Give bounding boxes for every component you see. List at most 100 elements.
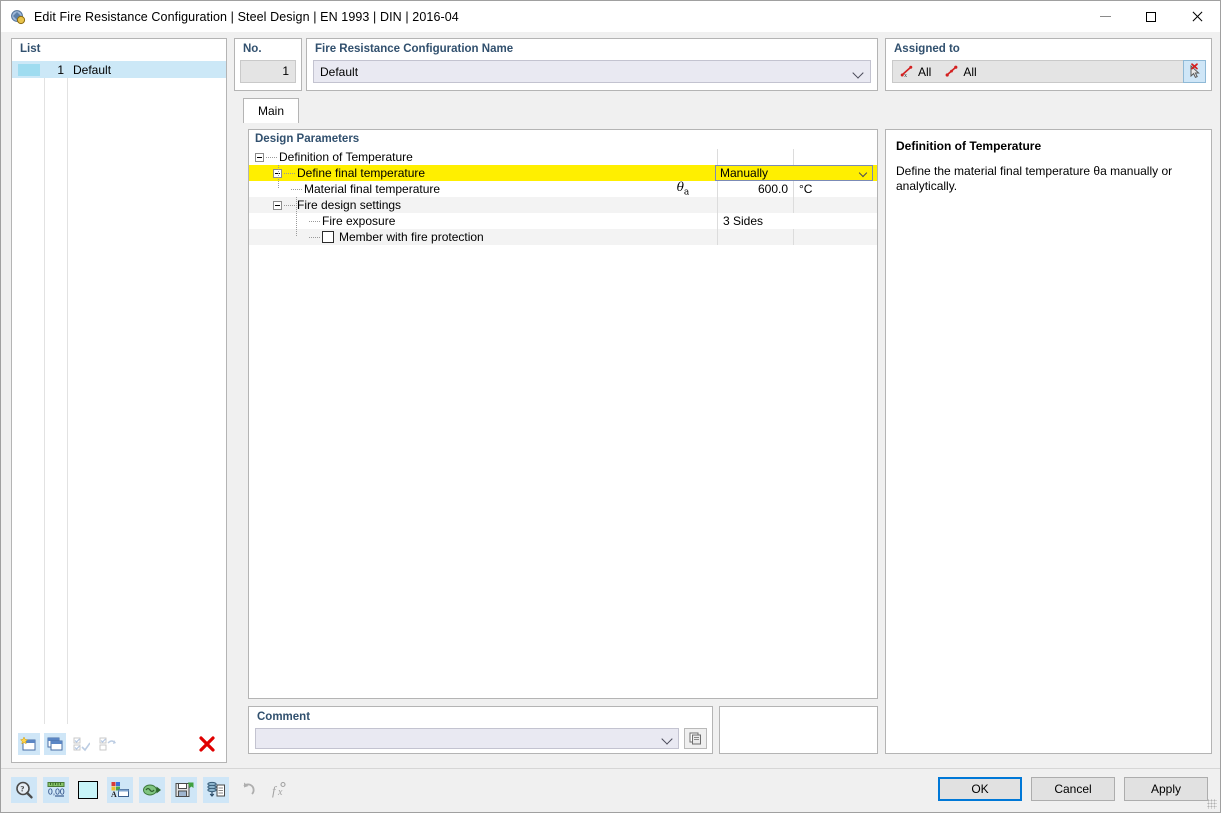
material-final-temperature-value[interactable]: 600.0 [717,181,793,197]
comment-input[interactable] [255,728,679,749]
tab-strip: Main [241,98,881,123]
comment-side-panel [719,706,878,754]
list-title: List [20,43,41,55]
delete-configuration-button[interactable] [196,733,218,755]
help-button[interactable]: ? [11,777,37,803]
tree-row[interactable]: Fire design settings [249,197,877,213]
save-button[interactable] [171,777,197,803]
chevron-down-icon [661,733,673,745]
list-panel: List 1 Default [11,38,227,763]
design-parameters-panel: Design Parameters Definition of Temperat… [248,129,878,699]
assigned-to-title: Assigned to [894,43,960,55]
collapse-icon[interactable] [255,152,264,162]
tab-main-label: Main [257,104,284,118]
minimize-button[interactable] [1082,1,1128,32]
line-icon [945,65,958,77]
member-with-fire-protection-checkbox[interactable] [322,231,334,243]
info-heading: Definition of Temperature [896,139,1042,153]
formula-button: f x [267,777,293,803]
fire-exposure-value[interactable]: 3 Sides [717,213,873,229]
collapse-icon[interactable] [273,200,282,210]
svg-text:A: A [111,790,117,799]
display-properties-button[interactable]: A [107,777,133,803]
tree-row-unit [793,149,845,165]
color-button[interactable] [75,777,101,803]
assigned-to-panel: Assigned to x All All [885,38,1212,91]
list-divider-2 [67,78,68,724]
dialog-window: Edit Fire Resistance Configuration | Ste… [0,0,1221,813]
assigned-to-field[interactable]: x All All [892,60,1186,83]
comment-panel: Comment [248,706,713,754]
deselect-button[interactable] [1183,60,1206,83]
svg-text:0,00: 0,00 [48,787,65,797]
import-button[interactable] [139,777,165,803]
tree-row-value [717,197,793,213]
magnifier-question-icon: ? [16,781,33,799]
resize-grip[interactable] [1207,799,1217,809]
tree-row[interactable]: Material final temperature θa 600.0 °C [249,165,877,198]
cancel-button[interactable]: Cancel [1031,777,1115,801]
info-panel: Definition of Temperature Define the mat… [885,129,1212,754]
dialog-buttons: OK Cancel Apply [938,777,1208,801]
no-panel: No. 1 [234,38,302,91]
svg-text:x: x [904,73,907,78]
tree-connector [309,220,320,222]
tree-row[interactable]: Define final temperature Manually [249,165,877,181]
define-final-temperature-combo[interactable]: Manually [715,165,873,181]
tree-row-value [717,229,793,245]
tree-row[interactable]: Member with fire protection [249,213,877,245]
assigned-item-lines[interactable]: All [945,64,977,79]
assigned-item-members[interactable]: x All [900,65,931,79]
define-final-temperature-value: Manually [720,166,769,180]
floppy-disk-icon [175,782,194,797]
tab-main[interactable]: Main [243,98,299,123]
configuration-name-combo[interactable]: Default [313,60,871,83]
tree-row-unit [793,229,845,245]
tree-row-label: Define final temperature [297,166,426,180]
render-properties-icon: A [111,782,129,799]
maximize-button[interactable] [1128,1,1174,32]
new-configuration-button[interactable] [18,733,40,755]
close-button[interactable] [1174,1,1220,32]
comment-library-icon [689,732,701,745]
units-0.00-icon: 0,00 [47,782,65,797]
apply-button[interactable]: Apply [1124,777,1208,801]
info-body: Define the material final temperature θa… [896,164,1173,193]
stack-document-icon [207,781,225,797]
svg-text:x: x [277,787,283,798]
tree-row-label: Fire design settings [297,198,402,212]
import-arrow-icon [143,784,161,796]
tree-row-symbol: θa [676,180,690,198]
tree-row-label: Fire exposure [322,214,396,228]
tree-row[interactable]: Fire exposure 3 Sides [249,197,877,229]
tree-row[interactable]: Definition of Temperature [249,149,877,165]
no-title: No. [243,43,262,55]
color-swatch [18,63,40,76]
list-divider-1 [44,78,45,724]
undo-button [235,777,261,803]
configuration-name-value: Default [320,64,359,79]
tree-connector [309,236,320,238]
window-controls [1082,1,1220,32]
design-parameters-tree[interactable]: Definition of Temperature Define final t… [249,149,877,698]
title-bar: Edit Fire Resistance Configuration | Ste… [1,1,1220,32]
comment-library-button[interactable] [684,728,707,749]
name-title: Fire Resistance Configuration Name [315,43,514,55]
name-panel: Fire Resistance Configuration Name Defau… [306,38,878,91]
list-item-label: Default [73,62,112,77]
assigned-item-label: All [918,64,932,79]
ok-button[interactable]: OK [938,777,1022,801]
copy-from-library-button[interactable] [203,777,229,803]
bottom-toolbar: ? 0,00 A f x [11,777,293,803]
fx-icon: f x [272,781,286,798]
list-item[interactable]: 1 Default [12,61,226,78]
tree-connector [266,156,277,158]
tree-connector [291,188,302,190]
member-icon: x [900,65,913,78]
tree-connector [284,204,295,206]
copy-configuration-button[interactable] [44,733,66,755]
assigned-item-label: All [963,64,977,79]
units-decimals-button[interactable]: 0,00 [43,777,69,803]
select-all-button [70,733,92,755]
no-value: 1 [240,60,296,83]
